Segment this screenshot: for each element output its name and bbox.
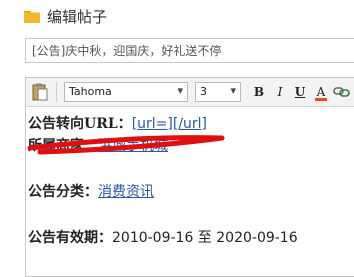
underline-button[interactable]: U [292, 84, 308, 100]
bold-button[interactable]: B [251, 84, 267, 100]
title-bar: 编辑帖子 [0, 0, 354, 36]
font-color-button[interactable]: A [313, 84, 329, 101]
italic-button[interactable]: I [272, 84, 288, 100]
subject-input[interactable] [26, 39, 354, 62]
validity-label: 公告有效期： [28, 230, 112, 246]
paste-icon[interactable] [32, 83, 48, 101]
chevron-down-icon: ▾ [230, 84, 236, 97]
font-size-select[interactable]: 3 ▾ [195, 82, 241, 102]
window-title: 编辑帖子 [47, 8, 108, 26]
font-color-label: A [316, 85, 326, 99]
font-color-swatch [315, 98, 327, 101]
subject-field[interactable] [25, 38, 354, 63]
rich-text-editor[interactable]: Tahoma ▾ 3 ▾ B I U A 公告转向URL：[url=][/url… [25, 77, 354, 277]
validity-value: 2010-09-16 至 2020-09-16 [112, 230, 298, 246]
url-label: 公告转向URL： [28, 116, 132, 132]
url-value[interactable]: [url=][/url] [132, 116, 207, 132]
category-label: 公告分类： [28, 184, 98, 200]
merchant-label: 所属商家： [28, 138, 98, 154]
editor-toolbar: Tahoma ▾ 3 ▾ B I U A [26, 78, 354, 107]
font-family-value: Tahoma [69, 85, 112, 98]
validity-line: 公告有效期：2010-09-16 至 2020-09-16 [28, 228, 298, 248]
link-icon[interactable] [333, 85, 351, 99]
category-line: 公告分类：消费资讯 [28, 182, 154, 202]
folder-icon [24, 11, 40, 23]
merchant-link[interactable]: 洪城手机城 [98, 138, 168, 154]
category-link[interactable]: 消费资讯 [98, 184, 154, 200]
url-line: 公告转向URL：[url=][/url] [28, 114, 207, 134]
font-family-select[interactable]: Tahoma ▾ [64, 82, 188, 102]
merchant-line: 所属商家：洪城手机城 [28, 136, 168, 156]
toolbar-separator [56, 82, 57, 102]
font-size-value: 3 [200, 85, 207, 98]
chevron-down-icon: ▾ [177, 84, 183, 97]
